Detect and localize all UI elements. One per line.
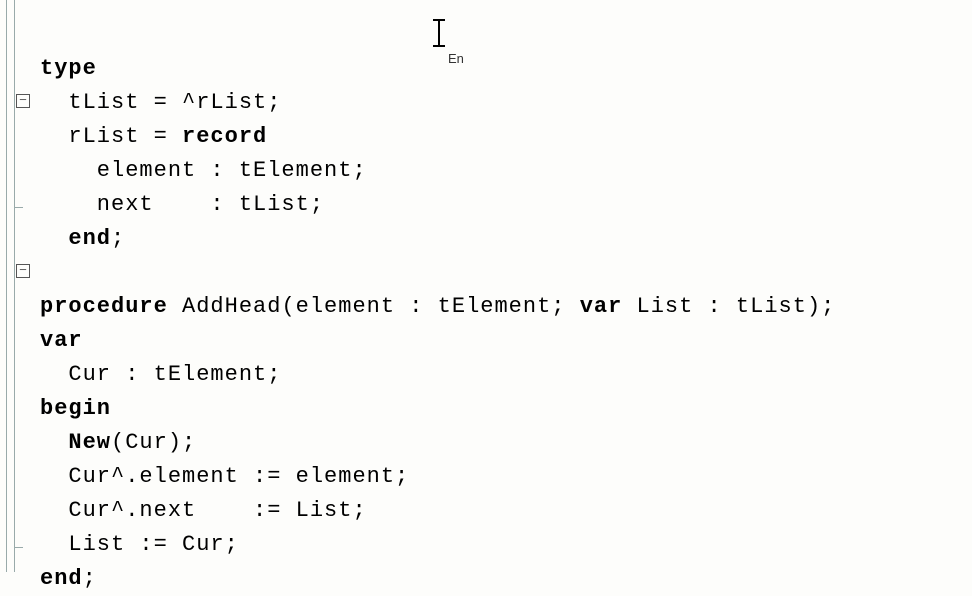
keyword-end: end: [40, 566, 83, 591]
code-line: tList = ^rList;: [40, 90, 281, 115]
gutter-line: [6, 0, 7, 572]
fold-toggle-procedure[interactable]: −: [16, 264, 30, 278]
code-line: Cur^.next := List;: [40, 498, 367, 523]
code-line-part: ;: [111, 226, 125, 251]
keyword-procedure: procedure: [40, 294, 168, 319]
code-area[interactable]: type tList = ^rList; rList = record elem…: [40, 18, 835, 596]
input-language-indicator: En: [448, 42, 464, 76]
keyword-record: record: [182, 124, 267, 149]
code-line-part: AddHead(element : tElement;: [168, 294, 580, 319]
ibeam-icon: [430, 18, 448, 48]
fold-end-tick: [14, 547, 23, 548]
code-line: next : tList;: [40, 192, 324, 217]
keyword-begin: begin: [40, 396, 111, 421]
fold-gutter: − −: [0, 0, 34, 572]
code-line: Cur^.element := element;: [40, 464, 409, 489]
gutter-line-2: [14, 0, 15, 572]
code-line: Cur : tElement;: [40, 362, 281, 387]
code-editor[interactable]: − − type tList = ^rList; rList = record …: [0, 0, 972, 572]
fold-end-tick: [14, 207, 23, 208]
code-line-part: [40, 430, 68, 455]
code-line-part: List : tList);: [622, 294, 835, 319]
code-line-part: rList =: [40, 124, 182, 149]
fold-toggle-record[interactable]: −: [16, 94, 30, 108]
code-line-part: ;: [83, 566, 97, 591]
keyword-var: var: [40, 328, 83, 353]
keyword-new: New: [68, 430, 111, 455]
keyword-type: type: [40, 56, 97, 81]
text-cursor: [430, 18, 448, 58]
code-line: element : tElement;: [40, 158, 367, 183]
code-line-part: (Cur);: [111, 430, 196, 455]
code-line: List := Cur;: [40, 532, 239, 557]
keyword-var-param: var: [580, 294, 623, 319]
keyword-end: end: [68, 226, 111, 251]
